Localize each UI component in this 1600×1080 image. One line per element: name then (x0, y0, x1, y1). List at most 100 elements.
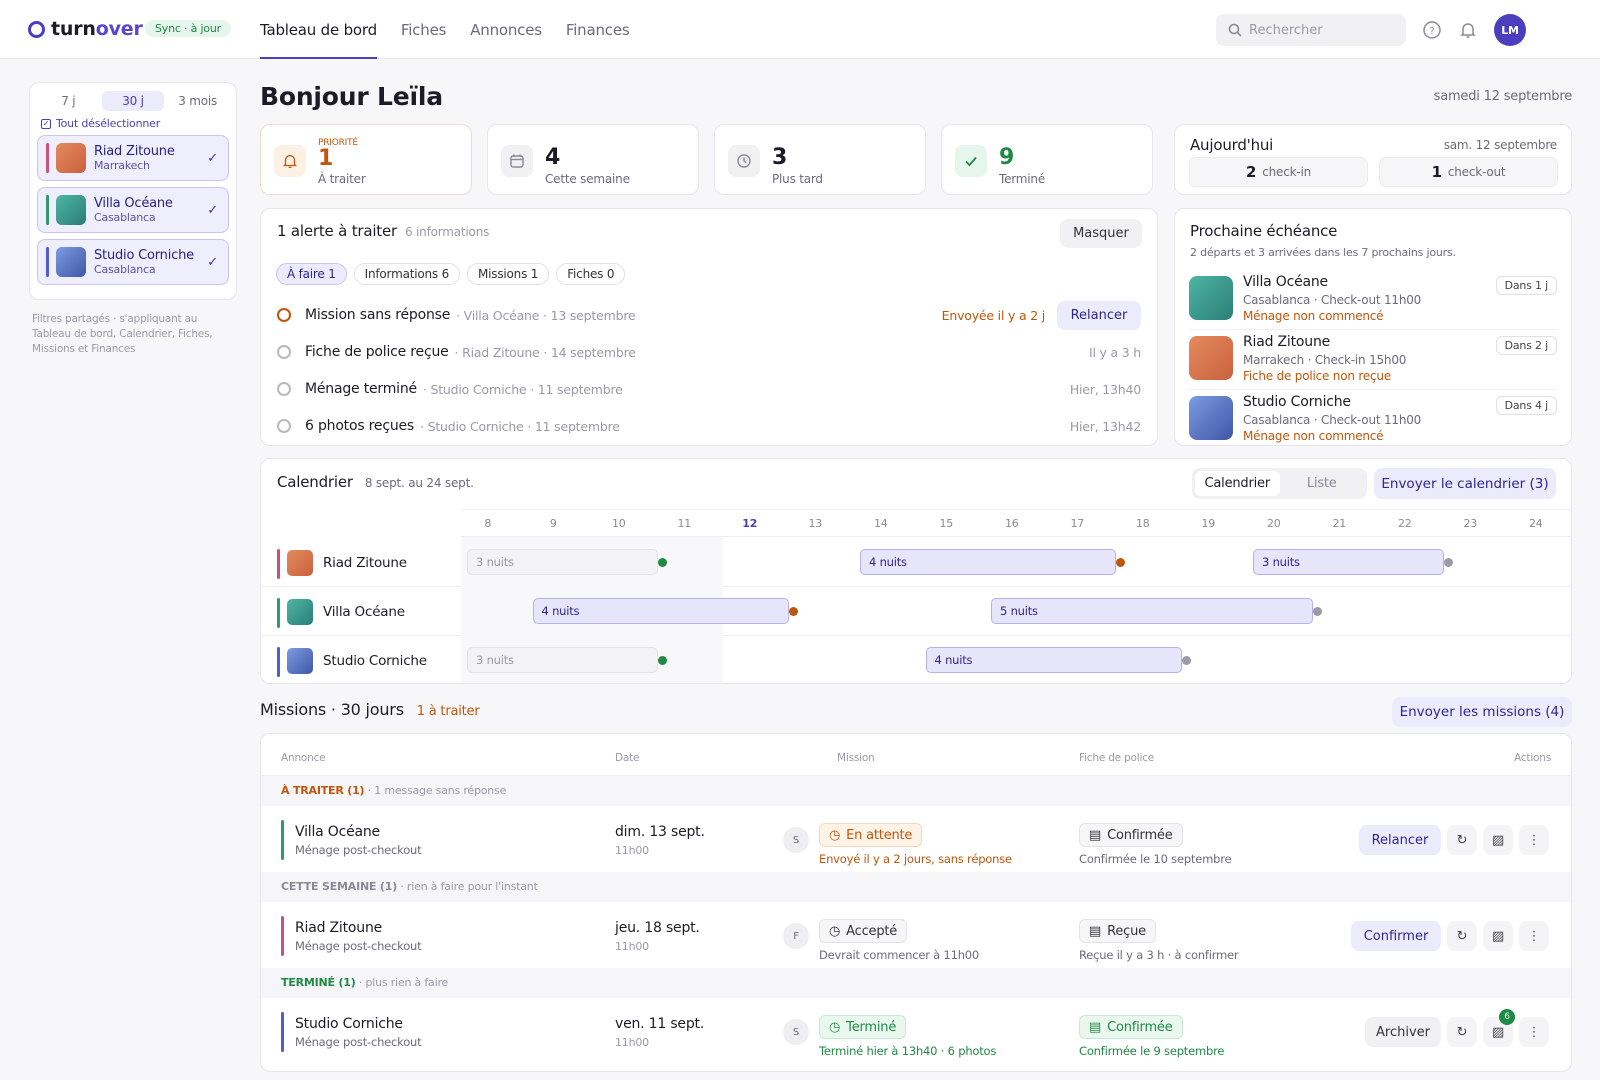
assignee-avatar[interactable]: F (783, 923, 809, 949)
property-color-bar (277, 549, 280, 579)
calendar-day-label: 9 (549, 517, 557, 530)
checkout-box[interactable]: 1 check-out (1379, 157, 1558, 187)
check-icon: ✓ (207, 255, 218, 270)
bell-icon[interactable] (1458, 20, 1478, 40)
range-3mois[interactable]: 3 mois (166, 91, 229, 111)
stay-bar[interactable]: 4 nuits (860, 549, 1125, 575)
repeat-icon[interactable]: ↻ (1447, 825, 1477, 855)
range-30j[interactable]: 30 j (101, 91, 165, 111)
checkin-box[interactable]: 2 check-in (1189, 157, 1368, 187)
range-selector: 7 j 30 j 3 mois (37, 91, 229, 111)
filter-property-villa-oceane[interactable]: Villa Océane Casablanca ✓ (37, 187, 229, 233)
send-missions-button[interactable]: Envoyer les missions (4) (1392, 697, 1572, 727)
tab-a-faire[interactable]: À faire 1 (276, 263, 347, 285)
svg-text:?: ? (1429, 26, 1434, 37)
tab-missions[interactable]: Missions 1 (467, 263, 550, 285)
stat-label: Terminé (999, 172, 1046, 186)
today-card: Aujourd'hui sam. 12 septembre 2 check-in … (1174, 124, 1572, 195)
hide-alerts-button[interactable]: Masquer (1060, 219, 1142, 248)
table-row[interactable]: Riad Zitoune Ménage post-checkout jeu. 1… (261, 902, 1571, 968)
search-box[interactable] (1216, 14, 1406, 46)
deselect-all-toggle[interactable]: ✓ Tout désélectionner (41, 117, 229, 130)
stat-value: 4 (545, 145, 561, 170)
assignee-avatar[interactable]: S (783, 1019, 809, 1045)
archiver-button[interactable]: Archiver (1365, 1017, 1441, 1047)
alert-item[interactable]: Ménage terminé · Studio Corniche · 11 se… (277, 372, 1141, 406)
calendar-day-label: 19 (1201, 517, 1216, 530)
help-icon[interactable]: ? (1422, 20, 1442, 40)
tab-fiches[interactable]: Fiches 0 (556, 263, 626, 285)
alert-item[interactable]: 6 photos reçues · Studio Corniche · 11 s… (277, 409, 1141, 443)
stat-value: 9 (999, 145, 1015, 170)
deadline-item[interactable]: Riad Zitoune Marrakech · Check-in 15h00 … (1189, 332, 1557, 390)
deadline-item[interactable]: Studio Corniche Casablanca · Check-out 1… (1189, 392, 1557, 445)
user-avatar[interactable]: LM (1494, 14, 1526, 46)
assignee-avatar[interactable]: S (783, 827, 809, 853)
fiche-status-chip: ▤ Confirmée (1079, 1015, 1183, 1039)
nav-fiches[interactable]: Fiches (401, 0, 447, 59)
stat-card-termine[interactable]: 9 Terminé (941, 124, 1153, 195)
table-row[interactable]: Villa Océane Ménage post-checkout dim. 1… (261, 806, 1571, 872)
repeat-icon[interactable]: ↻ (1447, 1017, 1477, 1047)
stat-card-plus-tard[interactable]: 3 Plus tard (714, 124, 926, 195)
property-color-bar (281, 1012, 284, 1052)
image-icon[interactable]: ▨ (1483, 921, 1513, 951)
calendar-day-label: 17 (1070, 517, 1085, 530)
stay-bar[interactable]: 3 nuits (467, 549, 667, 575)
nav-annonces[interactable]: Annonces (470, 0, 542, 59)
stay-bar[interactable]: 4 nuits (532, 598, 798, 624)
relancer-button[interactable]: Relancer (1359, 825, 1441, 855)
calendar-row: Studio Corniche 3 nuits 4 nuits (261, 635, 1571, 683)
image-icon[interactable]: ▨ (1483, 825, 1513, 855)
app-logo[interactable]: turnover (28, 18, 143, 40)
check-icon (955, 145, 987, 177)
calendar-range: 8 sept. au 24 sept. (364, 476, 474, 490)
search-input[interactable] (1249, 22, 1389, 38)
col-date: Date (615, 752, 640, 764)
deadline-tag: Dans 4 j (1495, 396, 1557, 415)
nav-finances[interactable]: Finances (566, 0, 630, 59)
today-date: sam. 12 septembre (1443, 138, 1558, 152)
nav-tableau-de-bord[interactable]: Tableau de bord (260, 0, 377, 59)
property-name: Villa Océane (94, 196, 173, 211)
tab-informations[interactable]: Informations 6 (353, 263, 461, 285)
filter-property-studio-corniche[interactable]: Studio Corniche Casablanca ✓ (37, 239, 229, 285)
more-icon[interactable]: ⋮ (1519, 921, 1549, 951)
stay-bar[interactable]: 3 nuits (1253, 549, 1453, 575)
filter-property-riad-zitoune[interactable]: Riad Zitoune Marrakech ✓ (37, 135, 229, 181)
toggle-calendrier[interactable]: Calendrier (1195, 471, 1280, 496)
table-row[interactable]: Studio Corniche Ménage post-checkout ven… (261, 998, 1571, 1064)
confirmer-button[interactable]: Confirmer (1351, 921, 1441, 951)
calendar-day-label: 23 (1463, 517, 1478, 530)
stay-status-dot (1443, 558, 1453, 567)
stay-bar[interactable]: 4 nuits (925, 647, 1191, 673)
stat-card-cette-semaine[interactable]: 4 Cette semaine (487, 124, 699, 195)
repeat-icon[interactable]: ↻ (1447, 921, 1477, 951)
alert-tabs: À faire 1 Informations 6 Missions 1 Fich… (276, 263, 626, 285)
range-7j[interactable]: 7 j (37, 91, 100, 111)
calendar-day-header: 8 9 10 11 12 13 14 15 16 17 18 19 20 21 22 23 24 (461, 509, 1571, 537)
send-calendar-button[interactable]: Envoyer le calendrier (3) (1374, 468, 1556, 499)
deadline-tag: Dans 1 j (1495, 276, 1557, 295)
relancer-button[interactable]: Relancer (1057, 300, 1141, 330)
more-icon[interactable]: ⋮ (1519, 1017, 1549, 1047)
toggle-liste[interactable]: Liste (1280, 471, 1365, 496)
stat-label: Plus tard (772, 172, 823, 186)
stay-bar[interactable]: 5 nuits (991, 598, 1322, 624)
calendar-card: Calendrier 8 sept. au 24 sept. Calendrie… (260, 458, 1572, 684)
deadline-item[interactable]: Villa Océane Casablanca · Check-out 11h0… (1189, 272, 1557, 330)
stat-card-a-traiter[interactable]: PRIORITÉ 1 À traiter (260, 124, 472, 195)
alert-item[interactable]: Fiche de police reçue · Riad Zitoune · 1… (277, 335, 1141, 369)
calendar-day-label: 12 (742, 517, 758, 530)
alert-item[interactable]: Mission sans réponse · Villa Océane · 13… (277, 298, 1141, 332)
property-thumbnail (1189, 396, 1233, 440)
stay-status-dot (788, 607, 798, 616)
property-thumbnail (1189, 336, 1233, 380)
more-icon[interactable]: ⋮ (1519, 825, 1549, 855)
group-header: À TRAITER (1) · 1 message sans réponse (261, 776, 1571, 806)
calendar-day-label: 18 (1135, 517, 1150, 530)
image-icon[interactable]: ▨ 6 (1483, 1009, 1515, 1047)
stay-bar[interactable]: 3 nuits (467, 647, 667, 673)
clock-icon: ◷ (829, 827, 841, 843)
checkbox-icon: ✓ (41, 118, 51, 129)
